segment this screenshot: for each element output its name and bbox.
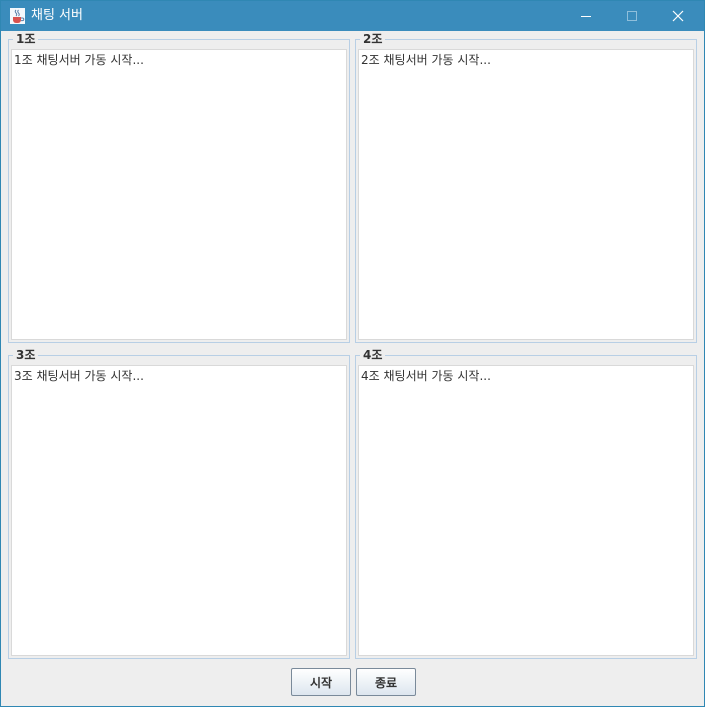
content-pane: 1조 1조 채팅서버 가동 시작... 2조 2조 채팅서버 가동 시작... … (1, 31, 704, 706)
group-panel-3: 3조 3조 채팅서버 가동 시작... (8, 347, 350, 659)
log-textarea-3[interactable]: 3조 채팅서버 가동 시작... (11, 365, 347, 656)
minimize-icon (581, 16, 591, 17)
minimize-button[interactable] (563, 1, 609, 31)
close-icon (672, 10, 684, 22)
title-bar[interactable]: 채팅 서버 (1, 1, 704, 31)
group-title-3: 3조 (13, 347, 39, 363)
log-textarea-4[interactable]: 4조 채팅서버 가동 시작... (358, 365, 694, 656)
stop-button[interactable]: 종료 (356, 668, 416, 696)
chat-server-window: 채팅 서버 1조 1조 채팅서버 가동 시작... 2조 2조 채팅서버 가동 … (0, 0, 705, 707)
start-button[interactable]: 시작 (291, 668, 351, 696)
group-title-1: 1조 (13, 31, 39, 47)
java-coffee-icon (10, 8, 25, 24)
group-panel-2: 2조 2조 채팅서버 가동 시작... (355, 31, 697, 343)
maximize-icon (627, 11, 637, 21)
maximize-button[interactable] (609, 1, 655, 31)
window-title: 채팅 서버 (31, 8, 83, 23)
log-textarea-2[interactable]: 2조 채팅서버 가동 시작... (358, 49, 694, 340)
group-panel-1: 1조 1조 채팅서버 가동 시작... (8, 31, 350, 343)
group-title-2: 2조 (360, 31, 386, 47)
group-title-4: 4조 (360, 347, 386, 363)
group-panel-4: 4조 4조 채팅서버 가동 시작... (355, 347, 697, 659)
log-textarea-1[interactable]: 1조 채팅서버 가동 시작... (11, 49, 347, 340)
close-button[interactable] (655, 1, 701, 31)
